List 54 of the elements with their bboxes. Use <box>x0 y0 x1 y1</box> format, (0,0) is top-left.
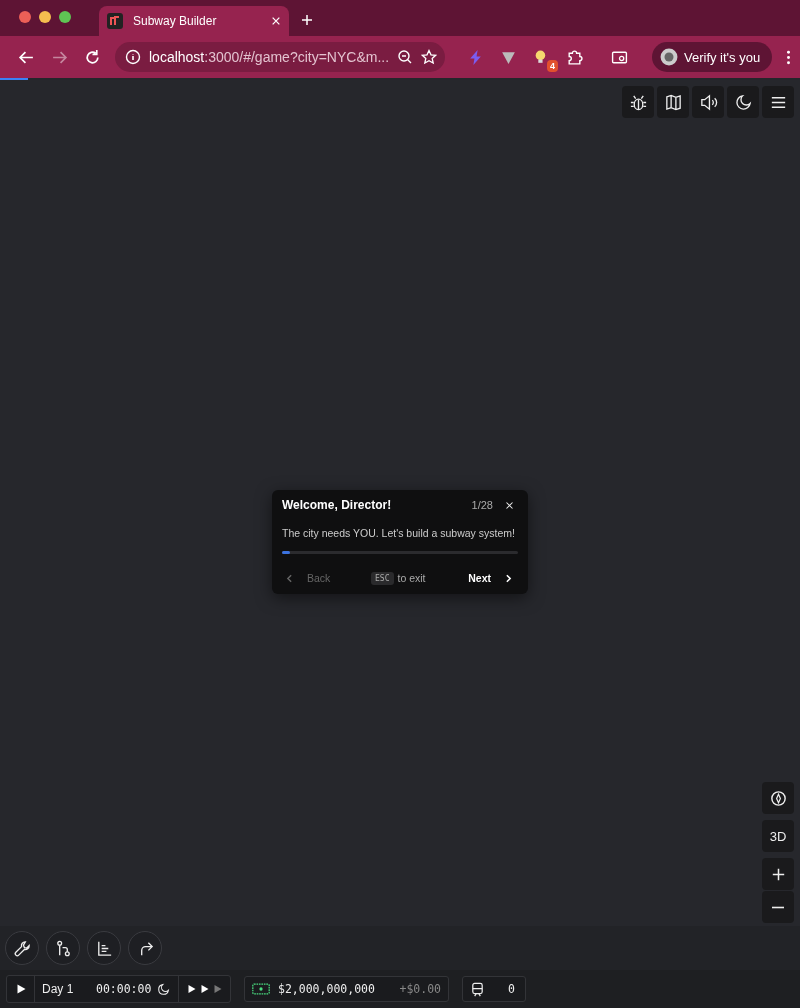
close-window-button[interactable] <box>19 11 31 23</box>
exit-hint: to exit <box>397 572 426 584</box>
reload-icon[interactable] <box>84 48 101 66</box>
debug-button[interactable] <box>622 86 654 118</box>
close-icon[interactable] <box>505 500 514 510</box>
esc-key: ESC <box>371 571 394 585</box>
app-logo-icon <box>107 13 123 29</box>
new-tab-icon[interactable] <box>301 14 313 26</box>
wrench-button[interactable] <box>5 931 39 965</box>
step-counter: 1/28 <box>471 499 493 511</box>
balance: $2,000,000,000 <box>278 982 375 996</box>
next-button[interactable]: Next <box>466 568 516 588</box>
url-text: localhost:3000/#/game?city=NYC&m... <box>149 49 390 65</box>
zoom-out-icon[interactable] <box>397 49 414 65</box>
profile-button[interactable]: Verify it's you <box>652 42 773 72</box>
train-icon <box>470 981 485 997</box>
maximize-window-button[interactable] <box>59 11 71 23</box>
stats-button[interactable] <box>87 931 121 965</box>
3d-view-button[interactable]: 3D <box>762 820 794 852</box>
compass-button[interactable] <box>762 782 794 814</box>
tab-title: Subway Builder <box>133 14 218 28</box>
game-clock: 00:00:00 <box>96 982 152 996</box>
map-button[interactable] <box>657 86 689 118</box>
play-icon <box>14 983 27 995</box>
day-label: Day 1 <box>42 982 75 996</box>
compass-icon <box>768 788 788 808</box>
speed-button[interactable] <box>200 984 211 994</box>
moon-icon <box>157 982 171 996</box>
route-button[interactable] <box>46 931 80 965</box>
star-icon[interactable] <box>421 49 438 65</box>
cash-icon <box>252 983 270 995</box>
moon-icon <box>733 92 753 112</box>
map-icon <box>663 92 683 112</box>
income-rate: +$0.00 <box>399 982 441 996</box>
minus-icon <box>771 905 785 909</box>
zoom-in-button[interactable] <box>762 858 794 890</box>
wrench-icon <box>12 938 32 958</box>
minimize-window-button[interactable] <box>39 11 51 23</box>
dialog-title: Welcome, Director! <box>282 498 393 512</box>
extension-badge: 4 <box>547 59 558 72</box>
dialog-message: The city needs YOU. Let's build a subway system! <box>282 527 516 539</box>
puzzle-icon[interactable] <box>566 48 583 66</box>
speed-button[interactable] <box>187 984 198 994</box>
train-count: 0 <box>508 982 515 996</box>
info-icon[interactable] <box>125 49 141 65</box>
tab-search-icon[interactable] <box>611 48 628 66</box>
dark-mode-button[interactable] <box>727 86 759 118</box>
address-bar[interactable]: localhost:3000/#/game?city=NYC&m... <box>115 42 445 72</box>
avatar-icon <box>660 48 678 66</box>
speaker-icon <box>698 92 718 112</box>
menu-button[interactable] <box>762 86 794 118</box>
sound-button[interactable] <box>692 86 724 118</box>
redo-button[interactable] <box>128 931 162 965</box>
browser-tab[interactable]: Subway Builder <box>99 6 289 36</box>
